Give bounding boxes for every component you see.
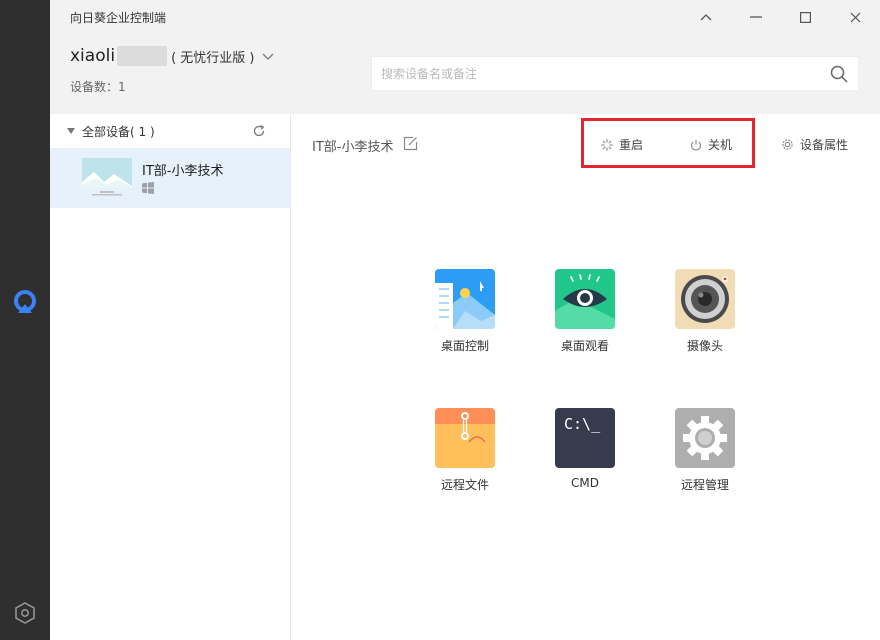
hexagon-settings-icon[interactable] xyxy=(14,601,36,625)
account-name: xiaoli xyxy=(70,46,116,66)
feature-desktop-view[interactable]: 桌面观看 xyxy=(545,269,625,354)
camera-icon xyxy=(675,269,735,329)
restart-label: 重启 xyxy=(619,138,644,152)
device-properties-button[interactable]: 设备属性 xyxy=(781,136,848,153)
feature-remote-manage[interactable]: 远程管理 xyxy=(665,408,745,493)
device-group-all[interactable]: 全部设备( 1 ) xyxy=(50,114,290,148)
feature-label: 桌面控制 xyxy=(440,339,489,353)
monitor-icon xyxy=(82,158,132,196)
restart-icon xyxy=(601,138,613,151)
device-count: 设备数：1 xyxy=(70,80,126,94)
edit-icon[interactable] xyxy=(403,136,418,151)
minimize-icon xyxy=(750,16,762,18)
feature-label: CMD xyxy=(571,476,599,490)
feature-label: 远程管理 xyxy=(680,478,729,492)
shutdown-button[interactable]: 关机 xyxy=(690,136,732,153)
device-properties-label: 设备属性 xyxy=(800,138,849,152)
device-name: IT部-小李技术 xyxy=(142,164,224,179)
terminal-icon: C:\_ xyxy=(555,408,615,468)
redacted-account-suffix xyxy=(117,46,168,66)
chevron-down-icon xyxy=(263,53,274,60)
feature-remote-file[interactable]: 远程文件 xyxy=(425,408,505,493)
eye-icon xyxy=(555,269,615,329)
restart-button[interactable]: 重启 xyxy=(601,136,643,153)
account-edition: ( 无忧行业版 ) xyxy=(171,50,255,66)
chevron-up-icon xyxy=(700,14,712,21)
folder-icon xyxy=(435,408,495,468)
feature-cmd[interactable]: C:\_ CMD xyxy=(545,408,625,490)
feature-label: 桌面观看 xyxy=(560,339,609,353)
maximize-button[interactable] xyxy=(793,6,817,28)
device-list-item[interactable]: IT部-小李技术 xyxy=(50,148,290,208)
desktop-control-icon xyxy=(435,269,495,329)
search-input[interactable] xyxy=(372,58,812,89)
shutdown-label: 关机 xyxy=(708,138,733,152)
device-sidebar: 全部设备( 1 ) IT部-小李技术 xyxy=(50,114,291,640)
collapse-button[interactable] xyxy=(694,6,718,28)
account-switcher[interactable]: xiaoli ( 无忧行业版 ) xyxy=(70,46,274,66)
gear-icon xyxy=(675,408,735,468)
maximize-icon xyxy=(799,11,811,23)
refresh-icon[interactable] xyxy=(252,124,266,138)
windows-icon xyxy=(142,182,154,194)
cmd-prompt-text: C:\_ xyxy=(564,415,601,433)
left-rail xyxy=(0,0,50,640)
device-detail-panel: IT部-小李技术 重启 关机 设备属性 桌面控制 桌面观看 摄像头 远程文件 C… xyxy=(291,114,880,640)
feature-camera[interactable]: 摄像头 xyxy=(665,269,745,354)
close-icon xyxy=(850,12,860,22)
search-box xyxy=(371,56,859,91)
search-icon[interactable] xyxy=(830,65,848,83)
caret-down-icon[interactable] xyxy=(67,128,75,134)
feature-label: 远程文件 xyxy=(440,478,489,492)
feature-desktop-control[interactable]: 桌面控制 xyxy=(425,269,505,354)
device-group-label: 全部设备( 1 ) xyxy=(82,125,155,139)
gear-icon xyxy=(782,139,793,150)
power-icon xyxy=(690,139,702,151)
close-button[interactable] xyxy=(843,6,867,28)
minimize-button[interactable] xyxy=(744,6,768,28)
sunlogin-logo-icon[interactable] xyxy=(12,289,38,315)
header: 向日葵企业控制端 xiaoli ( 无忧行业版 ) 设备数：1 xyxy=(50,0,880,114)
device-detail-title: IT部-小李技术 xyxy=(312,140,394,155)
feature-label: 摄像头 xyxy=(686,339,723,353)
app-title: 向日葵企业控制端 xyxy=(70,11,167,25)
